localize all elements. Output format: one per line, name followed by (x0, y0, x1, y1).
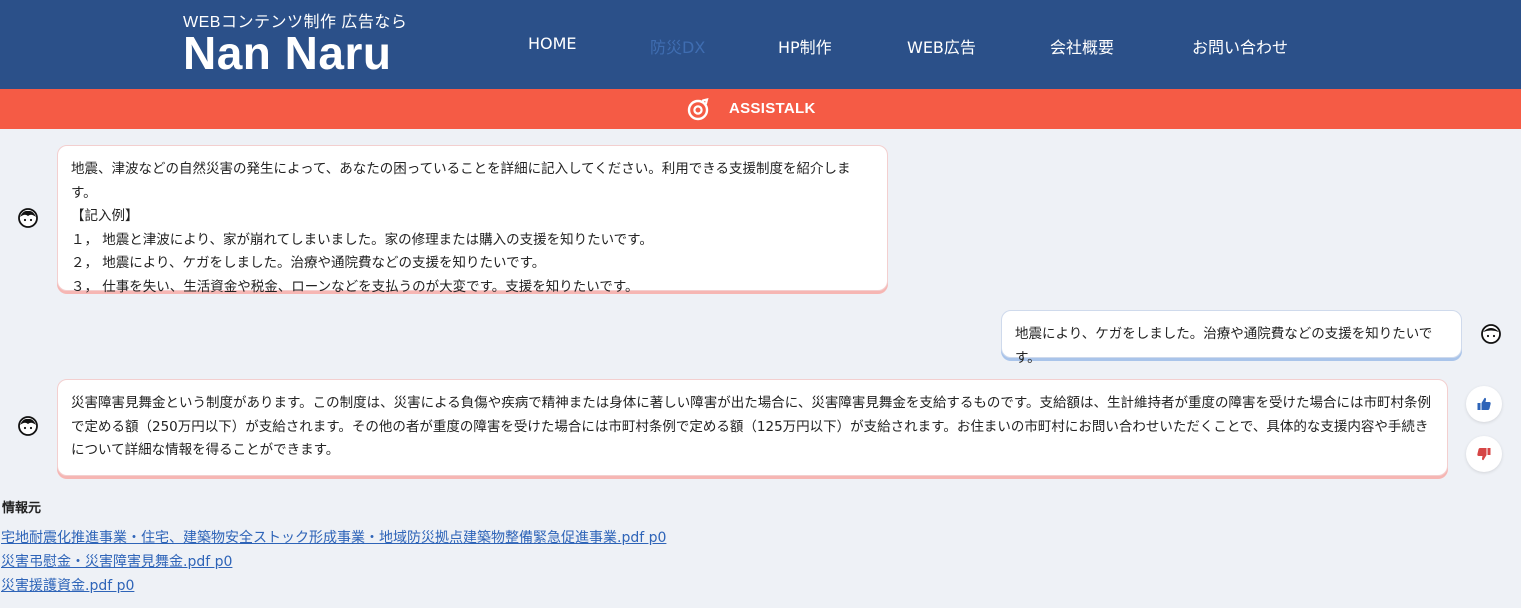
nav-web-ads[interactable]: WEB広告 (907, 34, 976, 58)
source-link[interactable]: 災害援護資金.pdf p0 (1, 575, 134, 595)
bot-avatar-icon (18, 416, 38, 436)
chat-ring-icon (687, 97, 709, 121)
brand-name: ASSISTALK (729, 100, 816, 117)
nav-hp-production[interactable]: HP制作 (778, 34, 832, 58)
bot-avatar-icon (18, 208, 38, 228)
thumbs-up-button[interactable] (1466, 386, 1502, 422)
thumbs-up-icon (1477, 397, 1491, 410)
bot-message-bubble: 地震、津波などの自然災害の発生によって、あなたの困っていることを詳細に記入してく… (57, 145, 888, 295)
nav-contact[interactable]: お問い合わせ (1192, 34, 1288, 58)
sources-title: 情報元 (2, 501, 42, 516)
bot-answer-text: 災害障害見舞金という制度があります。この制度は、災害による負傷や疾病で精神または… (71, 395, 1431, 458)
site-logo[interactable]: WEBコンテンツ制作 広告なら Nan Naru (183, 14, 407, 79)
assistalk-bar: ASSISTALK (0, 89, 1521, 129)
nav-home[interactable]: HOME (528, 34, 577, 53)
site-header: WEBコンテンツ制作 広告なら Nan Naru HOME 防災DX HP制作 … (0, 0, 1521, 89)
nav-company[interactable]: 会社概要 (1050, 34, 1114, 58)
source-link[interactable]: 災害弔慰金・災害障害見舞金.pdf p0 (1, 551, 232, 571)
nav-bousai-dx[interactable]: 防災DX (650, 34, 705, 58)
bot-message-text: 地震、津波などの自然災害の発生によって、あなたの困っていることを詳細に記入してく… (71, 161, 851, 295)
user-message-bubble: 地震により、ケガをしました。治療や通院費などの支援を知りたいです。 (1001, 310, 1462, 366)
source-link[interactable]: 宅地耐震化推進事業・住宅、建築物安全ストック形成事業・地域防災拠点建築物整備緊急… (1, 527, 666, 547)
thumbs-down-icon (1477, 448, 1491, 461)
bot-answer-bubble: 災害障害見舞金という制度があります。この制度は、災害による負傷や疾病で精神または… (57, 379, 1448, 476)
user-message-text: 地震により、ケガをしました。治療や通院費などの支援を知りたいです。 (1015, 326, 1433, 366)
thumbs-down-button[interactable] (1466, 436, 1502, 472)
user-avatar-icon (1481, 324, 1501, 344)
logo-name: Nan Naru (183, 27, 392, 79)
